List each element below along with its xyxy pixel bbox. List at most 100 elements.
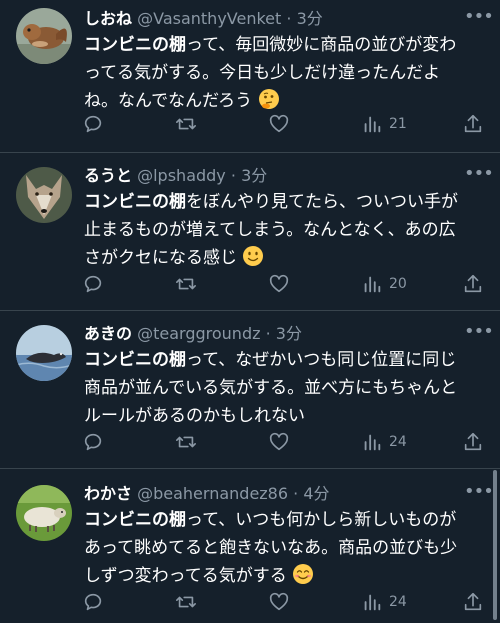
reply-button[interactable]: [82, 112, 104, 136]
timeline-feed: しおね @VasanthyVenket · 3分 ••• コンビニの棚って、毎回…: [0, 0, 500, 623]
views-button[interactable]: 21: [361, 112, 407, 136]
avatar[interactable]: [16, 325, 72, 381]
user-handle[interactable]: @tearggroundz: [137, 324, 260, 343]
tweet[interactable]: しおね @VasanthyVenket · 3分 ••• コンビニの棚って、毎回…: [0, 0, 500, 153]
timestamp[interactable]: 3分: [297, 9, 323, 28]
tweet-text-line: ね。なんでなんだろう: [84, 91, 253, 111]
action-bar: 20: [0, 272, 500, 296]
tweet-text-line: って、毎回微妙に商品の並びが変わ: [186, 35, 457, 55]
avatar[interactable]: [16, 167, 72, 223]
reply-icon: [84, 593, 102, 611]
tweet-text-line: ってる気がする。今日も少しだけ違ったんだよ: [84, 63, 441, 83]
action-bar: 24: [0, 430, 500, 454]
retweet-icon: [176, 436, 196, 448]
wolf-avatar-image: [16, 167, 72, 223]
views-button[interactable]: 24: [361, 590, 407, 614]
timestamp[interactable]: 3分: [276, 324, 302, 343]
slightly-smiling-face-icon: [242, 245, 264, 267]
tweet-header: あきの @tearggroundz · 3分: [84, 324, 456, 344]
tweet-text-line: ルールがあるのかもしれない: [84, 406, 305, 426]
reply-button[interactable]: [82, 590, 104, 614]
retweet-icon: [176, 278, 196, 290]
reply-icon: [84, 115, 102, 133]
retweet-button[interactable]: [175, 590, 197, 614]
tweet[interactable]: わかさ @beahernandez86 · 4分 ••• コンビニの棚って、いつ…: [0, 469, 500, 623]
thinking-face-icon: [258, 88, 280, 110]
tweet-text-line: 商品が並んでいる気がする。並べ方にもちゃんと: [84, 378, 458, 398]
views-button[interactable]: 20: [361, 272, 407, 296]
display-name[interactable]: るうと: [84, 166, 132, 185]
squirrel-avatar-image: [16, 8, 72, 64]
heart-icon: [269, 432, 289, 451]
tweet-text-line: をぼんやり見てたら、ついつい手が: [186, 192, 458, 212]
share-button[interactable]: [462, 112, 484, 136]
reply-button[interactable]: [82, 272, 104, 296]
more-icon[interactable]: •••: [464, 323, 494, 347]
user-handle[interactable]: @VasanthyVenket: [137, 9, 281, 28]
sheep-avatar-image: [16, 485, 72, 541]
avatar[interactable]: [16, 485, 72, 541]
share-icon: [464, 274, 482, 293]
tweet-text: コンビニの棚をぼんやり見てたら、ついつい手が 止まるものが増えてしまう。なんとな…: [84, 188, 484, 272]
user-handle[interactable]: @beahernandez86: [137, 484, 288, 503]
tweet-text: コンビニの棚って、いつも何かしら新しいものが あって眺めてると飽きないなあ。商品…: [84, 506, 484, 590]
retweet-button[interactable]: [175, 112, 197, 136]
display-name[interactable]: わかさ: [84, 484, 132, 503]
timestamp[interactable]: 3分: [241, 166, 267, 185]
action-bar: 21: [0, 112, 500, 136]
heart-icon: [269, 274, 289, 293]
tweet-text-line: って、いつも何かしら新しいものが: [186, 510, 457, 530]
timestamp[interactable]: 4分: [303, 484, 329, 503]
views-count: 21: [389, 116, 407, 132]
tweet[interactable]: あきの @tearggroundz · 3分 ••• コンビニの棚って、なぜかい…: [0, 311, 500, 469]
more-icon[interactable]: •••: [464, 483, 494, 507]
reply-icon: [84, 275, 102, 293]
views-count: 24: [389, 434, 407, 450]
display-name[interactable]: しおね: [84, 9, 132, 28]
tweet-text-line: あって眺めてると飽きないなあ。商品の並びも少: [84, 538, 458, 558]
share-icon: [464, 592, 482, 611]
more-icon[interactable]: •••: [464, 8, 494, 32]
views-button[interactable]: 24: [361, 430, 407, 454]
views-icon: [364, 594, 381, 611]
retweet-button[interactable]: [175, 430, 197, 454]
tweet-text-line: さがクセになる感じ: [84, 248, 237, 268]
heart-icon: [269, 114, 289, 133]
tweet-text-line: 止まるものが増えてしまう。なんとなく、あの広: [84, 220, 456, 240]
like-button[interactable]: [268, 272, 290, 296]
user-handle[interactable]: @lpshaddy: [137, 166, 226, 185]
separator-dot: ·: [286, 9, 292, 28]
separator-dot: ·: [293, 484, 299, 503]
reply-icon: [84, 433, 102, 451]
smiling-face-with-smiling-eyes-icon: [292, 563, 314, 585]
tweet-header: わかさ @beahernandez86 · 4分: [84, 484, 456, 504]
tweet-text: コンビニの棚って、毎回微妙に商品の並びが変わ ってる気がする。今日も少しだけ違っ…: [84, 31, 484, 115]
views-icon: [364, 116, 381, 133]
views-count: 24: [389, 594, 407, 610]
tweet-text-line: しずつ変わってる気がする: [84, 566, 287, 586]
share-icon: [464, 432, 482, 451]
avatar[interactable]: [16, 8, 72, 64]
views-icon: [364, 434, 381, 451]
separator-dot: ·: [230, 166, 236, 185]
share-button[interactable]: [462, 590, 484, 614]
like-button[interactable]: [268, 590, 290, 614]
retweet-icon: [176, 118, 196, 130]
keyword-highlight: コンビニの棚: [84, 510, 186, 530]
like-button[interactable]: [268, 112, 290, 136]
display-name[interactable]: あきの: [84, 324, 132, 343]
more-icon[interactable]: •••: [464, 165, 494, 189]
tweet[interactable]: るうと @lpshaddy · 3分 ••• コンビニの棚をぼんやり見てたら、つ…: [0, 153, 500, 311]
share-button[interactable]: [462, 430, 484, 454]
like-button[interactable]: [268, 430, 290, 454]
share-button[interactable]: [462, 272, 484, 296]
retweet-button[interactable]: [175, 272, 197, 296]
reply-button[interactable]: [82, 430, 104, 454]
retweet-icon: [176, 596, 196, 608]
views-count: 20: [389, 276, 407, 292]
keyword-highlight: コンビニの棚: [84, 35, 186, 55]
keyword-highlight: コンビニの棚: [84, 192, 186, 212]
separator-dot: ·: [265, 324, 271, 343]
scrollbar[interactable]: [493, 470, 497, 620]
tweet-header: しおね @VasanthyVenket · 3分: [84, 9, 456, 29]
